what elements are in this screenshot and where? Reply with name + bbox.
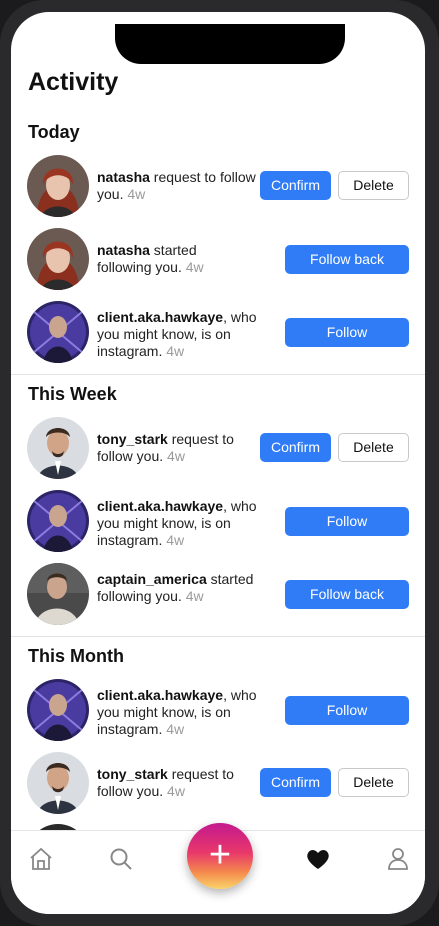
activity-text: captain_america started following you. 4…: [97, 571, 257, 605]
activity-time: 4w: [185, 259, 204, 275]
natasha-avatar[interactable]: [27, 228, 89, 290]
username[interactable]: natasha: [97, 169, 150, 185]
add-icon: +: [208, 834, 232, 876]
activity-time: 4w: [167, 448, 185, 464]
username[interactable]: natasha: [97, 242, 150, 258]
captain-avatar[interactable]: [27, 563, 89, 625]
section-title-this-week: This Week: [28, 384, 117, 404]
natasha-avatar[interactable]: [27, 155, 89, 217]
profile-icon[interactable]: [384, 845, 412, 873]
activity-text: natasha request to follow you. 4w: [97, 169, 257, 203]
activity-time: 4w: [166, 721, 185, 737]
activity-row: natasha request to follow you. 4w Confir…: [11, 155, 425, 217]
section-divider: [11, 374, 425, 375]
username[interactable]: tony_stark: [97, 766, 168, 782]
activity-text: tony_stark request to follow you. 4w: [97, 766, 257, 800]
hawkeye-avatar[interactable]: [27, 490, 89, 552]
hawkeye-avatar[interactable]: [27, 679, 89, 741]
activity-row: tony_stark request to follow you. 4w Con…: [11, 417, 425, 479]
follow-button[interactable]: Follow: [285, 507, 409, 536]
activity-row: natasha started following you. 4w Follow…: [11, 228, 425, 290]
follow-back-button[interactable]: Follow back: [285, 245, 409, 274]
delete-button[interactable]: Delete: [338, 171, 409, 200]
section-divider: [11, 636, 425, 637]
follow-button[interactable]: Follow: [285, 318, 409, 347]
activity-text: client.aka.hawkaye, who you might know, …: [97, 498, 257, 549]
activity-screen: Activity Today natasha request to follow…: [11, 12, 425, 914]
activity-row: captain_america started following you. 4…: [11, 563, 425, 625]
tony-avatar[interactable]: [27, 752, 89, 814]
username[interactable]: tony_stark: [97, 431, 168, 447]
activity-row: client.aka.hawkaye, who you might know, …: [11, 679, 425, 741]
delete-button[interactable]: Delete: [338, 768, 409, 797]
activity-text: tony_stark request to follow you. 4w: [97, 431, 257, 465]
phone-frame: Activity Today natasha request to follow…: [0, 0, 439, 926]
confirm-button[interactable]: Confirm: [260, 768, 331, 797]
follow-button[interactable]: Follow: [285, 696, 409, 725]
activity-time: 4w: [166, 343, 185, 359]
activity-time: 4w: [127, 186, 146, 202]
confirm-button[interactable]: Confirm: [260, 171, 331, 200]
username[interactable]: client.aka.hawkaye: [97, 309, 223, 325]
hawkeye-avatar[interactable]: [27, 301, 89, 363]
heart-icon[interactable]: [304, 845, 332, 873]
activity-time: 4w: [166, 532, 185, 548]
section-title-this-month: This Month: [28, 646, 124, 666]
activity-row: client.aka.hawkaye, who you might know, …: [11, 301, 425, 363]
section-title-today: Today: [28, 122, 80, 142]
activity-text: natasha started following you. 4w: [97, 242, 227, 276]
activity-row: tony_stark request to follow you. 4w Con…: [11, 752, 425, 814]
activity-row: client.aka.hawkaye, who you might know, …: [11, 490, 425, 552]
notch: [115, 24, 345, 64]
activity-text: client.aka.hawkaye, who you might know, …: [97, 687, 257, 738]
confirm-button[interactable]: Confirm: [260, 433, 331, 462]
username[interactable]: client.aka.hawkaye: [97, 687, 223, 703]
username[interactable]: captain_america: [97, 571, 207, 587]
search-icon[interactable]: [107, 845, 135, 873]
activity-time: 4w: [167, 783, 185, 799]
activity-text: client.aka.hawkaye, who you might know, …: [97, 309, 257, 360]
username[interactable]: client.aka.hawkaye: [97, 498, 223, 514]
follow-back-button[interactable]: Follow back: [285, 580, 409, 609]
add-post-button[interactable]: +: [187, 823, 253, 889]
delete-button[interactable]: Delete: [338, 433, 409, 462]
tony-avatar[interactable]: [27, 417, 89, 479]
page-title: Activity: [28, 68, 119, 96]
activity-time: 4w: [185, 588, 204, 604]
home-icon[interactable]: [27, 845, 55, 873]
